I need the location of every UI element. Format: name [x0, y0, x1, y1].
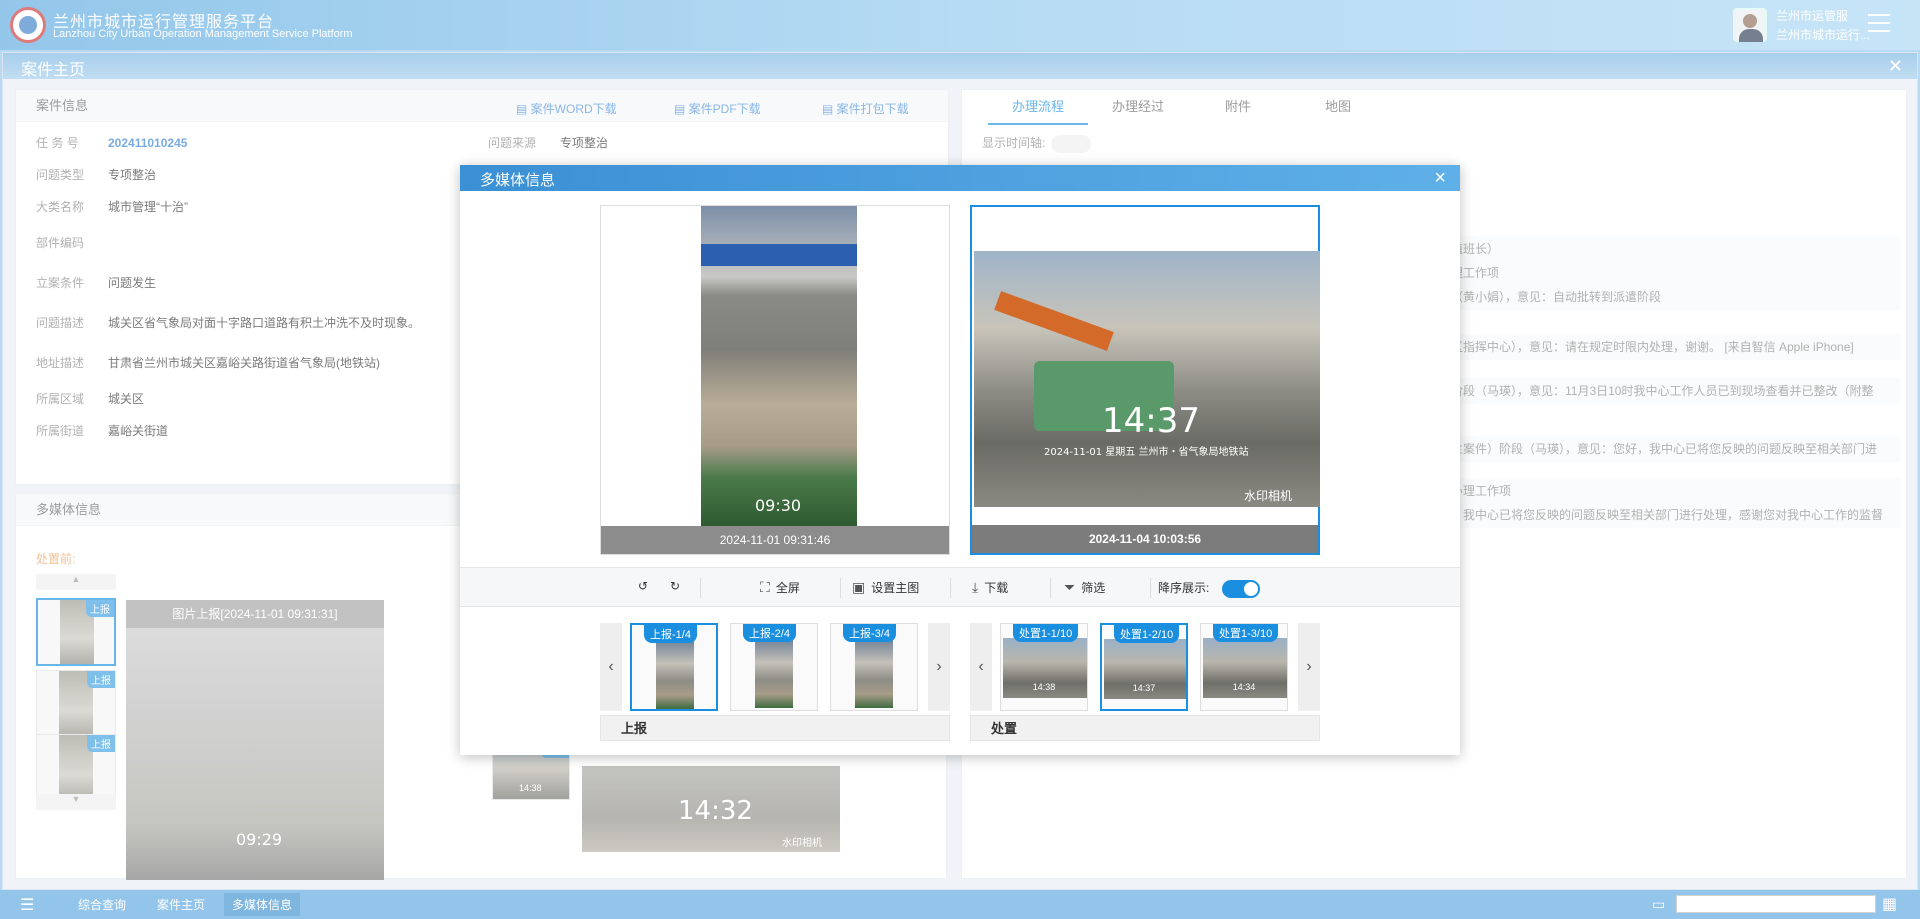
handle-thumb-strip: ‹ 处置1-1/10 14:38 处置1-2/10 14:37 处置1-3/10 14…	[970, 615, 1320, 715]
report-thumb[interactable]: 上报-1/4	[630, 623, 718, 711]
modal-toolbar: ↺ ↻ ⛶ 全屏 ▣ 设置主图 ⤓ 下载 ⏷ 筛选 降序展示:	[460, 567, 1460, 607]
filter-button[interactable]: ⏷ 筛选	[1064, 579, 1105, 596]
rotate-right-icon[interactable]: ↻	[670, 579, 680, 593]
download-icon: ⤓	[972, 579, 979, 595]
report-photo-clock: 09:30	[755, 496, 802, 515]
modal-close-icon[interactable]: ×	[1434, 167, 1446, 190]
desc-sort-label: 降序展示:	[1158, 581, 1210, 595]
image-icon: ▣	[852, 579, 866, 595]
handle-thumb[interactable]: 处置1-2/10 14:37	[1100, 623, 1188, 711]
report-section-label: 上报	[600, 715, 950, 741]
handle-viewer[interactable]: 14:37 2024-11-01 星期五 兰州市・省气象局地铁站 水印相机 20…	[970, 205, 1320, 555]
report-thumb-strip: ‹ 上报-1/4 上报-2/4 上报-3/4 ›	[600, 615, 950, 715]
filter-icon: ⏷	[1064, 579, 1076, 595]
report-photo[interactable]: 09:30	[701, 206, 857, 526]
handle-photo-watermark: 水印相机	[1244, 489, 1293, 503]
handle-next-arrow[interactable]: ›	[1298, 623, 1320, 711]
report-viewer[interactable]: 09:30 2024-11-01 09:31:46	[600, 205, 950, 555]
download-button[interactable]: ⤓ 下载	[972, 579, 1008, 596]
media-modal: 多媒体信息 × 09:30 2024-11-01 09:31:46 14:37 …	[460, 165, 1460, 755]
handle-photo-dateline: 2024-11-01 星期五 兰州市・省气象局地铁站	[1044, 447, 1249, 458]
report-photo-caption: 2024-11-01 09:31:46	[601, 526, 949, 554]
report-prev-arrow[interactable]: ‹	[600, 623, 622, 711]
report-thumb[interactable]: 上报-2/4	[730, 623, 818, 711]
desc-sort-toggle[interactable]	[1222, 580, 1260, 598]
handle-thumb[interactable]: 处置1-3/10 14:34	[1200, 623, 1288, 711]
handle-thumb[interactable]: 处置1-1/10 14:38	[1000, 623, 1088, 711]
fullscreen-icon: ⛶	[760, 579, 770, 595]
report-thumb[interactable]: 上报-3/4	[830, 623, 918, 711]
fullscreen-button[interactable]: ⛶ 全屏	[760, 579, 800, 596]
rotate-left-icon[interactable]: ↺	[638, 579, 648, 593]
handle-prev-arrow[interactable]: ‹	[970, 623, 992, 711]
handle-photo[interactable]: 14:37 2024-11-01 星期五 兰州市・省气象局地铁站 水印相机	[974, 251, 1320, 507]
report-next-arrow[interactable]: ›	[928, 623, 950, 711]
modal-title: 多媒体信息	[460, 165, 1460, 191]
handle-section-label: 处置	[970, 715, 1320, 741]
handle-photo-clock: 14:37	[1102, 401, 1200, 441]
set-main-image-button[interactable]: ▣ 设置主图	[852, 579, 919, 596]
handle-photo-caption: 2024-11-04 10:03:56	[972, 525, 1318, 553]
